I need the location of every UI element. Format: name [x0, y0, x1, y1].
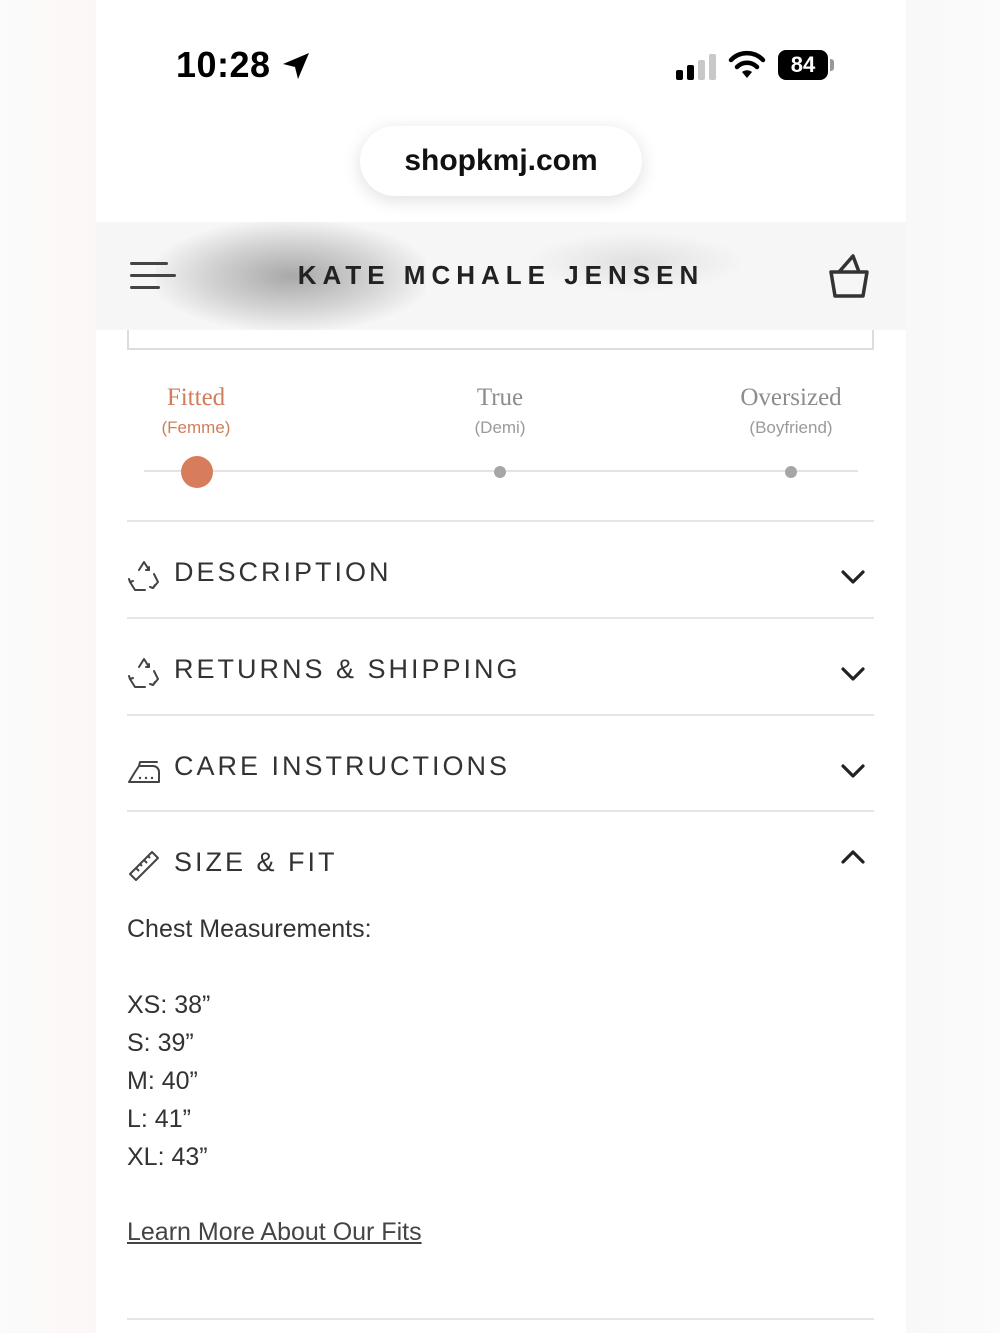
divider [127, 617, 874, 619]
accordion-label: CARE INSTRUCTIONS [174, 751, 511, 781]
divider [127, 1318, 874, 1320]
chevron-down-icon [841, 667, 865, 681]
recycle-icon [128, 561, 159, 591]
recycle-icon [128, 658, 159, 688]
fit-option-subtitle: (Demi) [474, 418, 526, 437]
chevron-down-icon [841, 764, 865, 778]
cellular-signal-icon [676, 54, 716, 80]
size-measurement: M: 40” [127, 1067, 198, 1095]
ruler-icon [129, 851, 159, 881]
fit-option-title: Oversized [740, 384, 842, 411]
size-measurement: XL: 43” [127, 1143, 208, 1171]
accordion-size-fit[interactable]: SIZE & FIT [127, 835, 874, 895]
fit-scale-marker-selected[interactable] [181, 456, 213, 488]
battery-indicator: 84 [778, 50, 828, 80]
fit-option-subtitle: (Femme) [161, 418, 231, 437]
fit-option-title: True [476, 384, 524, 411]
right-background [904, 0, 1000, 1333]
size-measurement: L: 41” [127, 1105, 191, 1133]
divider [127, 520, 874, 522]
fit-option-true[interactable]: True (Demi) [400, 384, 600, 438]
fit-option-fitted[interactable]: Fitted (Femme) [96, 384, 296, 438]
chest-measurements-heading: Chest Measurements: [127, 915, 372, 943]
phone-screen: 10:28 84 shopkmj.com KATE MCHALE JENSEN [96, 0, 906, 1333]
learn-more-fits-link[interactable]: Learn More About Our Fits [127, 1218, 422, 1247]
size-fit-panel: Chest Measurements: XS: 38” S: 39” M: 40… [127, 910, 874, 1176]
left-background [0, 0, 96, 1333]
divider [127, 810, 874, 812]
location-arrow-icon [283, 53, 309, 79]
accordion-returns-shipping[interactable]: RETURNS & SHIPPING [127, 642, 874, 702]
divider [127, 714, 874, 716]
accordion-label: DESCRIPTION [174, 557, 392, 587]
shopping-basket-icon[interactable] [826, 252, 872, 300]
status-time: 10:28 [176, 44, 271, 85]
fit-scale-marker[interactable] [785, 466, 797, 478]
accordion-label: SIZE & FIT [174, 847, 338, 877]
fit-scale-marker[interactable] [494, 466, 506, 478]
battery-nub [830, 59, 834, 71]
status-bar: 10:28 84 [96, 0, 906, 110]
chevron-up-icon [841, 850, 865, 864]
fit-option-oversized[interactable]: Oversized (Boyfriend) [691, 384, 891, 438]
size-measurement: XS: 38” [127, 991, 211, 1019]
content-box-edge [127, 330, 874, 350]
iron-icon [128, 761, 160, 783]
chevron-down-icon [841, 570, 865, 584]
size-measurement: S: 39” [127, 1029, 194, 1057]
address-bar[interactable]: shopkmj.com [360, 126, 642, 196]
wifi-icon [728, 50, 766, 78]
fit-option-title: Fitted [166, 384, 226, 411]
accordion-description[interactable]: DESCRIPTION [127, 545, 874, 605]
site-header: KATE MCHALE JENSEN [96, 222, 906, 330]
accordion-label: RETURNS & SHIPPING [174, 654, 521, 684]
accordion-care-instructions[interactable]: CARE INSTRUCTIONS [127, 739, 874, 799]
brand-logo[interactable]: KATE MCHALE JENSEN [96, 260, 906, 291]
fit-option-subtitle: (Boyfriend) [749, 418, 833, 437]
